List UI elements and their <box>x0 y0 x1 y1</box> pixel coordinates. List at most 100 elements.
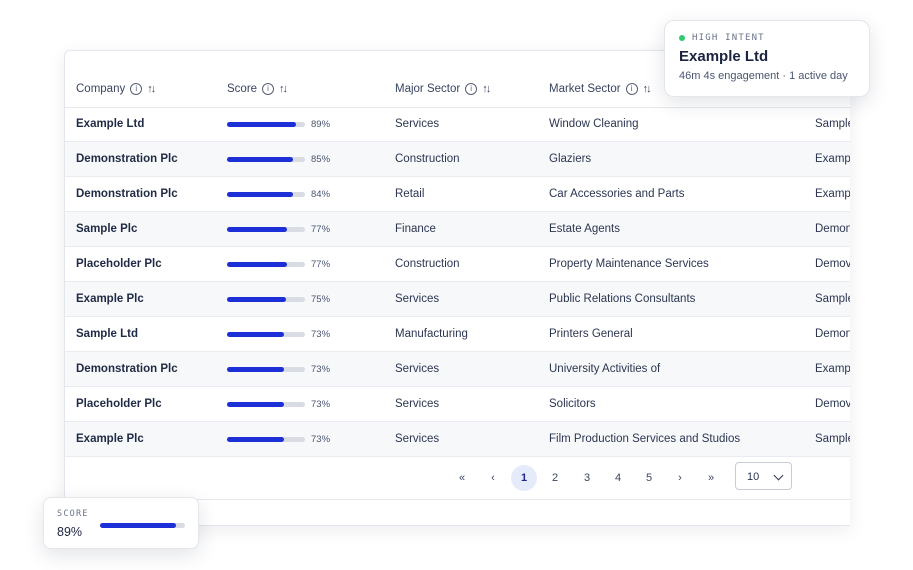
score-bar-fill <box>227 262 288 267</box>
page-button-4[interactable]: 4 <box>605 465 631 491</box>
score-bar-fill <box>227 332 284 337</box>
market-sector-cell: Public Relations Consultants <box>549 293 696 305</box>
next-page-button[interactable]: › <box>667 465 693 491</box>
column-label-company: Company <box>76 83 126 95</box>
intent-tag-label: HIGH INTENT <box>692 33 765 43</box>
info-icon[interactable]: i <box>465 83 478 95</box>
score-percent: 77% <box>311 259 331 270</box>
truncated-cell: Sample <box>815 433 850 445</box>
sort-icon[interactable]: ↑↓ <box>147 83 156 95</box>
page-button-2[interactable]: 2 <box>542 465 568 491</box>
truncated-cell: Exampl <box>815 363 850 375</box>
company-name-link[interactable]: Demonstration Plc <box>76 363 178 375</box>
score-card: SCORE 89% <box>43 497 199 549</box>
score-card-bar <box>100 523 185 528</box>
column-header-company[interactable]: Company i ↑↓ <box>76 83 156 95</box>
table-row[interactable]: Example Ltd 89% Services Window Cleaning Sam… <box>65 107 850 142</box>
column-label-major-sector: Major Sector <box>395 83 461 95</box>
score-bar <box>227 367 305 372</box>
score-bar <box>227 332 305 337</box>
table-row[interactable]: Placeholder Plc 73% Services Solicitors Demo… <box>65 387 850 422</box>
info-icon[interactable]: i <box>130 83 143 95</box>
score-bar <box>227 437 305 442</box>
company-name-link[interactable]: Example Ltd <box>76 118 144 130</box>
company-name-link[interactable]: Placeholder Plc <box>76 258 162 270</box>
score-bar-fill <box>227 367 284 372</box>
major-sector-cell: Services <box>395 293 440 305</box>
column-header-market-sector[interactable]: Market Sector i ↑↓ <box>549 83 652 95</box>
score-percent: 89% <box>311 119 331 130</box>
truncated-cell: Demon <box>815 328 850 340</box>
table-row[interactable]: Demonstration Plc 73% Services University A… <box>65 352 850 387</box>
market-sector-cell: Property Maintenance Services <box>549 258 709 270</box>
score-percent: 73% <box>311 329 331 340</box>
major-sector-cell: Services <box>395 398 440 410</box>
truncated-cell: Demovi <box>815 258 850 270</box>
status-dot-icon <box>679 35 685 41</box>
column-label-market-sector: Market Sector <box>549 83 621 95</box>
pagination: « ‹ 1 2 3 4 5 › » 10 <box>65 457 850 500</box>
info-icon[interactable]: i <box>625 83 638 95</box>
company-name-link[interactable]: Placeholder Plc <box>76 398 162 410</box>
table-row[interactable]: Demonstration Plc 85% Construction Glaziers… <box>65 142 850 177</box>
page-button-3[interactable]: 3 <box>574 465 600 491</box>
score-bar-fill <box>227 402 284 407</box>
market-sector-cell: Car Accessories and Parts <box>549 188 685 200</box>
score-bar-fill <box>227 157 294 162</box>
table-row[interactable]: Placeholder Plc 77% Construction Property M… <box>65 247 850 282</box>
truncated-cell: Demovi <box>815 398 850 410</box>
score-bar <box>227 297 305 302</box>
major-sector-cell: Retail <box>395 188 425 200</box>
company-name-link[interactable]: Example Plc <box>76 293 144 305</box>
market-sector-cell: Solicitors <box>549 398 596 410</box>
last-page-button[interactable]: » <box>698 465 724 491</box>
sort-icon[interactable]: ↑↓ <box>482 83 491 95</box>
table-row[interactable]: Demonstration Plc 84% Retail Car Accessorie… <box>65 177 850 212</box>
score-percent: 73% <box>311 364 331 375</box>
score-bar <box>227 262 305 267</box>
company-name-link[interactable]: Demonstration Plc <box>76 188 178 200</box>
column-header-score[interactable]: Score i ↑↓ <box>227 83 288 95</box>
score-percent: 73% <box>311 434 331 445</box>
score-bar-fill <box>227 122 297 127</box>
company-name-link[interactable]: Demonstration Plc <box>76 153 178 165</box>
sort-icon[interactable]: ↑↓ <box>279 83 288 95</box>
previous-page-button[interactable]: ‹ <box>480 465 506 491</box>
first-page-button[interactable]: « <box>449 465 475 491</box>
score-percent: 77% <box>311 224 331 235</box>
score-bar <box>227 227 305 232</box>
page-button-5[interactable]: 5 <box>636 465 662 491</box>
table-row[interactable]: Sample Ltd 73% Manufacturing Printers Gener… <box>65 317 850 352</box>
score-bar <box>227 402 305 407</box>
table-row[interactable]: Example Plc 73% Services Film Production Se… <box>65 422 850 457</box>
page-size-value: 10 <box>747 471 760 483</box>
score-percent: 85% <box>311 154 331 165</box>
market-sector-cell: Printers General <box>549 328 633 340</box>
sort-icon[interactable]: ↑↓ <box>643 83 652 95</box>
truncated-cell: Exampl <box>815 188 850 200</box>
page-size-select[interactable]: 10 <box>735 462 792 490</box>
chevron-down-icon <box>773 470 784 481</box>
company-name-link[interactable]: Example Plc <box>76 433 144 445</box>
market-sector-cell: Window Cleaning <box>549 118 639 130</box>
page-button-1[interactable]: 1 <box>511 465 537 491</box>
market-sector-cell: Estate Agents <box>549 223 620 235</box>
table-row[interactable]: Sample Plc 77% Finance Estate Agents Demon <box>65 212 850 247</box>
truncated-cell: Demon <box>815 223 850 235</box>
intent-tag: HIGH INTENT <box>679 33 855 43</box>
info-icon[interactable]: i <box>262 83 275 95</box>
intent-engagement-meta: 46m 4s engagement · 1 active day <box>679 70 848 82</box>
score-percent: 84% <box>311 189 331 200</box>
company-name-link[interactable]: Sample Ltd <box>76 328 138 340</box>
major-sector-cell: Services <box>395 433 440 445</box>
score-bar <box>227 192 305 197</box>
market-sector-cell: Glaziers <box>549 153 592 165</box>
major-sector-cell: Construction <box>395 153 460 165</box>
major-sector-cell: Manufacturing <box>395 328 468 340</box>
table-row[interactable]: Example Plc 75% Services Public Relations C… <box>65 282 850 317</box>
company-name-link[interactable]: Sample Plc <box>76 223 137 235</box>
score-bar <box>227 157 305 162</box>
column-header-major-sector[interactable]: Major Sector i ↑↓ <box>395 83 491 95</box>
truncated-cell: Sample <box>815 118 850 130</box>
intent-company-name: Example Ltd <box>679 48 769 65</box>
